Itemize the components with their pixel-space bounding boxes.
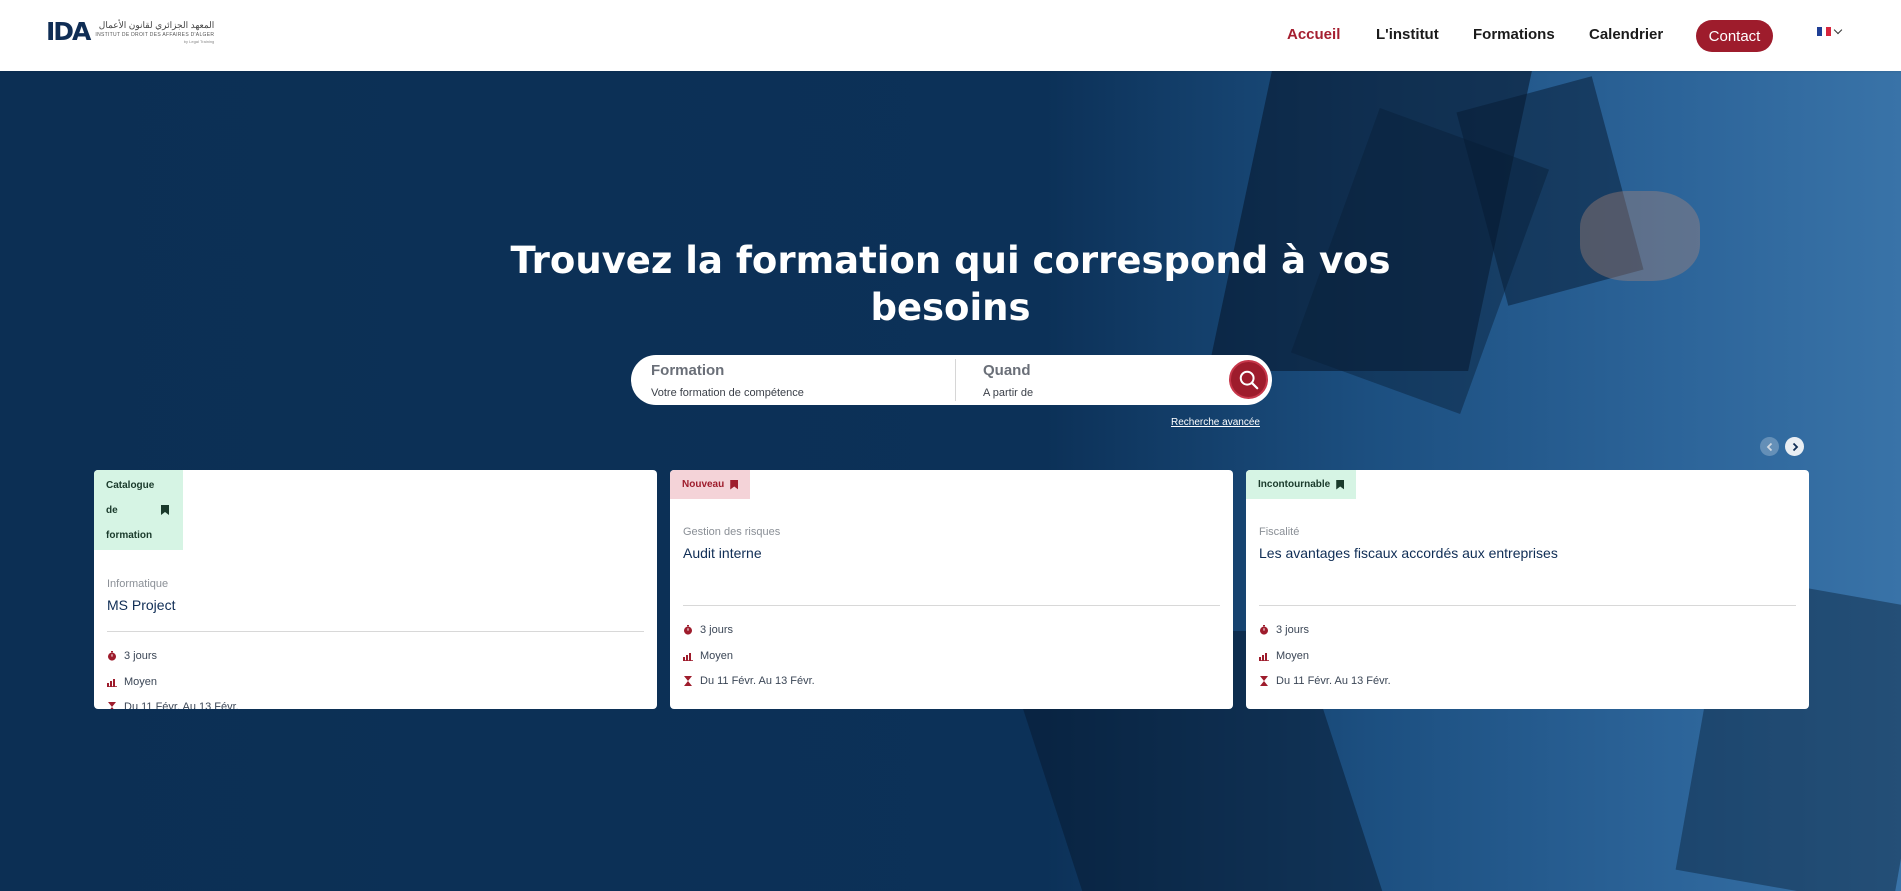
course-badge: Nouveau bbox=[670, 470, 751, 499]
hero-title-line2: besoins bbox=[870, 286, 1031, 329]
course-dates: Du 11 Févr. Au 13 Févr. bbox=[683, 675, 815, 687]
course-category: Gestion des risques bbox=[683, 526, 781, 538]
chevron-down-icon bbox=[1833, 25, 1843, 35]
badge-text: Incontournable bbox=[1258, 479, 1331, 490]
bookmark-icon bbox=[161, 505, 169, 515]
nav-institut[interactable]: L'institut bbox=[1376, 26, 1439, 43]
card-divider bbox=[1259, 605, 1796, 606]
level-bars-icon bbox=[683, 653, 693, 661]
carousel-next-button[interactable] bbox=[1785, 437, 1804, 456]
course-level: Moyen bbox=[1259, 650, 1309, 662]
duration-text: 3 jours bbox=[700, 624, 734, 636]
nav-accueil[interactable]: Accueil bbox=[1287, 26, 1340, 43]
chevron-left-icon bbox=[1766, 442, 1772, 451]
chevron-right-icon bbox=[1792, 442, 1798, 451]
level-bars-icon bbox=[107, 679, 117, 687]
site-header: IDA المعهد الجزائري لقانون الأعمال INSTI… bbox=[0, 0, 1901, 71]
level-text: Moyen bbox=[1276, 650, 1310, 662]
search-icon bbox=[1239, 370, 1258, 389]
course-card[interactable]: Catalogue de formation Informatique MS P… bbox=[94, 470, 657, 709]
timer-icon bbox=[1260, 625, 1268, 635]
course-duration: 3 jours bbox=[1259, 624, 1309, 636]
logo-arabic-name: المعهد الجزائري لقانون الأعمال bbox=[98, 19, 215, 30]
course-category: Informatique bbox=[107, 578, 169, 590]
dates-text: Du 11 Févr. Au 13 Févr. bbox=[700, 675, 815, 687]
when-field[interactable]: Quand bbox=[983, 355, 1243, 405]
hero-title: Trouvez la formation qui correspond à vo… bbox=[0, 237, 1901, 331]
contact-button[interactable]: Contact bbox=[1696, 20, 1773, 52]
nav-calendrier[interactable]: Calendrier bbox=[1589, 26, 1663, 43]
course-category: Fiscalité bbox=[1259, 526, 1300, 538]
level-text: Moyen bbox=[124, 676, 158, 688]
timer-icon bbox=[108, 651, 116, 661]
badge-text-line: Catalogue bbox=[106, 479, 155, 491]
course-duration: 3 jours bbox=[683, 624, 733, 636]
fr-flag-icon bbox=[1817, 27, 1832, 36]
hourglass-icon bbox=[1260, 676, 1268, 686]
formation-field[interactable]: Formation bbox=[651, 355, 911, 405]
level-bars-icon bbox=[1259, 653, 1269, 661]
course-badge: Incontournable bbox=[1246, 470, 1357, 499]
card-divider bbox=[683, 605, 1220, 606]
level-text: Moyen bbox=[700, 650, 734, 662]
formation-input[interactable] bbox=[651, 386, 911, 399]
course-level: Moyen bbox=[683, 650, 733, 662]
hourglass-icon bbox=[108, 702, 116, 709]
course-title[interactable]: Les avantages fiscaux accordés aux entre… bbox=[1259, 545, 1558, 561]
dates-text: Du 11 Févr. Au 13 Févr. bbox=[1276, 675, 1391, 687]
carousel-prev-button[interactable] bbox=[1760, 437, 1779, 456]
when-label: Quand bbox=[983, 361, 1031, 379]
search-bar: Formation Quand bbox=[631, 355, 1272, 405]
course-title[interactable]: MS Project bbox=[107, 597, 175, 613]
dates-text: Du 11 Févr. Au 13 Févr. bbox=[124, 701, 239, 709]
course-title[interactable]: Audit interne bbox=[683, 545, 762, 561]
course-dates: Du 11 Févr. Au 13 Févr. bbox=[107, 701, 239, 709]
site-logo[interactable]: IDA المعهد الجزائري لقانون الأعمال INSTI… bbox=[46, 17, 214, 46]
duration-text: 3 jours bbox=[1276, 624, 1310, 636]
course-dates: Du 11 Févr. Au 13 Févr. bbox=[1259, 675, 1391, 687]
formation-label: Formation bbox=[651, 361, 725, 379]
search-separator bbox=[955, 359, 956, 401]
nav-formations[interactable]: Formations bbox=[1473, 26, 1555, 43]
duration-text: 3 jours bbox=[124, 650, 158, 662]
course-card[interactable]: Nouveau Gestion des risques Audit intern… bbox=[670, 470, 1233, 709]
bookmark-icon bbox=[730, 480, 738, 490]
search-button[interactable] bbox=[1229, 360, 1268, 399]
course-badge: Catalogue de formation bbox=[94, 470, 183, 550]
when-input[interactable] bbox=[983, 386, 1243, 399]
logo-mark: IDA bbox=[46, 17, 91, 46]
hourglass-icon bbox=[684, 676, 692, 686]
course-duration: 3 jours bbox=[107, 650, 157, 662]
badge-text-line: formation bbox=[106, 529, 153, 541]
hero-title-line1: Trouvez la formation qui correspond à vo… bbox=[510, 239, 1391, 282]
logo-french-name: INSTITUT DE DROIT DES AFFAIRES D'ALGER bbox=[95, 31, 215, 38]
bookmark-icon bbox=[1336, 480, 1344, 490]
logo-text: المعهد الجزائري لقانون الأعمال INSTITUT … bbox=[95, 20, 214, 44]
timer-icon bbox=[684, 625, 692, 635]
advanced-search-link[interactable]: Recherche avancée bbox=[1171, 417, 1260, 428]
card-divider bbox=[107, 631, 644, 632]
badge-text-line: de bbox=[106, 504, 118, 516]
language-selector[interactable] bbox=[1817, 25, 1843, 36]
course-level: Moyen bbox=[107, 676, 157, 688]
badge-text: Nouveau bbox=[682, 479, 725, 490]
logo-subtitle: by Legal Training bbox=[183, 38, 215, 44]
course-card[interactable]: Incontournable Fiscalité Les avantages f… bbox=[1246, 470, 1809, 709]
